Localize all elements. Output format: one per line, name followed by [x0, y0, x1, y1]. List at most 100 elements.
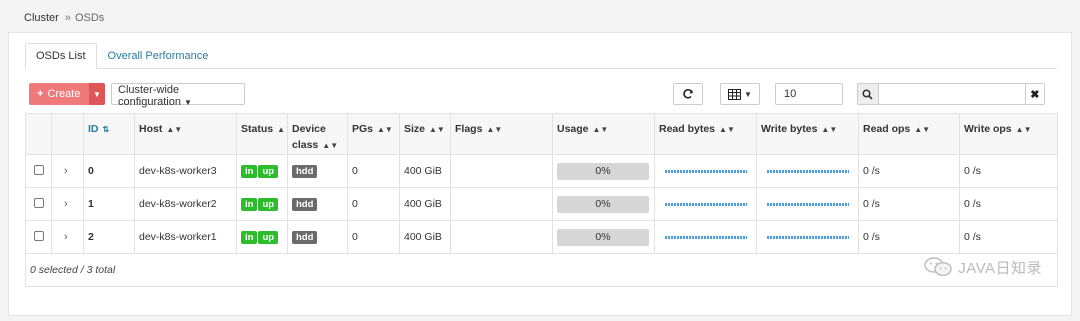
sort-icon: ▲▼ — [592, 125, 609, 134]
expand-row-icon[interactable]: › — [64, 198, 68, 210]
column-header-device-class[interactable]: Device class ▲▼ — [287, 113, 348, 155]
write-bytes-sparkline — [767, 235, 849, 239]
osd-flags — [450, 154, 553, 188]
sort-icon: ▲▼ — [821, 125, 838, 134]
osd-pgs: 0 — [347, 154, 400, 188]
table-row[interactable]: › 1 dev-k8s-worker2 in up hdd 0 400 GiB 0… — [25, 187, 1058, 221]
table-toolbar: + Create ▼ Cluster-wide configuration ▼ ▼ — [25, 79, 1057, 109]
column-header-flags[interactable]: Flags ▲▼ — [450, 113, 553, 155]
expand-row-icon[interactable]: › — [64, 231, 68, 243]
column-header-read-ops[interactable]: Read ops ▲▼ — [858, 113, 960, 155]
status-up-badge: up — [258, 197, 279, 211]
status-up-badge: up — [258, 164, 279, 178]
read-bytes-sparkline — [665, 202, 747, 206]
close-icon: ✖ — [1030, 88, 1040, 101]
sort-icon: ▲▼ — [1015, 125, 1032, 134]
search-box: ✖ — [857, 83, 1045, 105]
column-write-ops-label: Write ops — [964, 123, 1012, 135]
status-in-badge: in — [241, 197, 258, 211]
cluster-config-button[interactable]: Cluster-wide configuration ▼ — [111, 83, 245, 108]
column-header-usage[interactable]: Usage ▲▼ — [552, 113, 655, 155]
selection-summary: 0 selected / 3 total — [25, 253, 1058, 287]
osd-size: 400 GiB — [399, 154, 451, 188]
clear-search-button[interactable]: ✖ — [1024, 84, 1044, 104]
expand-row-icon[interactable]: › — [64, 165, 68, 177]
breadcrumb: Cluster » OSDs — [24, 12, 104, 24]
usage-value: 0% — [595, 165, 611, 177]
osd-id: 1 — [83, 187, 135, 221]
caret-down-icon: ▼ — [184, 98, 192, 107]
row-checkbox[interactable] — [34, 197, 44, 208]
osds-table: ID⇅ Host▲▼ Status▲▼ Device class▲▼ PGs▲▼… — [25, 113, 1058, 287]
watermark-text: JAVA日知录 — [958, 259, 1042, 277]
create-dropdown-toggle[interactable]: ▼ — [89, 83, 105, 105]
osd-size: 400 GiB — [399, 220, 451, 254]
plus-icon: + — [37, 88, 44, 100]
status-in-badge: in — [241, 164, 258, 178]
read-bytes-sparkline — [665, 235, 747, 239]
watermark: JAVA日知录 — [924, 256, 1042, 278]
table-row[interactable]: › 2 dev-k8s-worker1 in up hdd 0 400 GiB 0… — [25, 220, 1058, 254]
select-all-header — [25, 113, 52, 155]
column-device-class-label: Device class — [292, 123, 326, 151]
column-status-label: Status — [241, 123, 274, 135]
osd-read-ops: 0 /s — [858, 187, 960, 221]
column-read-bytes-label: Read bytes — [659, 123, 716, 135]
page-size-input[interactable] — [775, 83, 843, 105]
breadcrumb-current: OSDs — [74, 12, 105, 24]
breadcrumb-cluster[interactable]: Cluster — [24, 12, 59, 24]
sort-icon: ▲▼ — [719, 125, 735, 134]
column-header-write-ops[interactable]: Write ops ▲▼ — [959, 113, 1058, 155]
usage-value: 0% — [595, 231, 611, 243]
column-header-status[interactable]: Status▲▼ — [236, 113, 288, 155]
column-header-host[interactable]: Host ▲▼ — [134, 113, 237, 155]
column-header-id[interactable]: ID ⇅ — [83, 113, 135, 155]
search-addon — [858, 84, 879, 104]
search-icon — [862, 88, 873, 100]
device-class-badge: hdd — [292, 164, 318, 178]
columns-button[interactable]: ▼ — [720, 83, 760, 105]
tab-bar: OSDs List Overall Performance — [25, 43, 1057, 69]
column-write-bytes-label: Write bytes — [761, 123, 818, 135]
wechat-icon — [924, 257, 952, 277]
expand-header — [51, 113, 84, 155]
search-input[interactable] — [878, 84, 1025, 104]
breadcrumb-separator: » — [64, 12, 71, 24]
status-up-badge: up — [258, 230, 279, 244]
row-checkbox[interactable] — [34, 164, 44, 175]
osd-size: 400 GiB — [399, 187, 451, 221]
write-bytes-sparkline — [767, 202, 849, 206]
column-header-write-bytes[interactable]: Write bytes ▲▼ — [756, 113, 859, 155]
table-columns-icon — [728, 88, 742, 100]
usage-bar: 0% — [557, 228, 649, 246]
create-button-label: Create — [47, 88, 81, 100]
osd-read-ops: 0 /s — [858, 154, 960, 188]
osd-host: dev-k8s-worker2 — [134, 187, 237, 221]
column-pgs-label: PGs — [352, 123, 374, 135]
sort-icon: ▲▼ — [486, 125, 503, 134]
create-button[interactable]: + Create — [29, 83, 89, 105]
row-checkbox[interactable] — [34, 230, 44, 241]
osd-flags — [450, 187, 553, 221]
tab-osds-list[interactable]: OSDs List — [25, 43, 97, 69]
refresh-button[interactable] — [673, 83, 703, 105]
osd-host: dev-k8s-worker1 — [134, 220, 237, 254]
sort-icon: ▲▼ — [377, 125, 393, 134]
sort-ascending-icon: ⇅ — [102, 125, 110, 134]
osd-write-ops: 0 /s — [959, 154, 1058, 188]
column-size-label: Size — [404, 123, 426, 135]
sort-icon: ▲▼ — [322, 141, 339, 150]
sort-icon: ▲▼ — [429, 125, 445, 134]
table-row[interactable]: › 0 dev-k8s-worker3 in up hdd 0 400 GiB 0… — [25, 154, 1058, 188]
status-in-badge: in — [241, 230, 258, 244]
osd-write-ops: 0 /s — [959, 187, 1058, 221]
usage-bar: 0% — [557, 195, 649, 213]
read-bytes-sparkline — [665, 169, 747, 173]
osds-panel: OSDs List Overall Performance + Create ▼ … — [8, 32, 1072, 316]
tab-overall-performance[interactable]: Overall Performance — [97, 43, 220, 69]
caret-down-icon: ▼ — [744, 89, 752, 99]
column-id-label: ID — [88, 123, 99, 135]
column-header-pgs[interactable]: PGs ▲▼ — [347, 113, 400, 155]
column-header-read-bytes[interactable]: Read bytes ▲▼ — [654, 113, 757, 155]
column-header-size[interactable]: Size ▲▼ — [399, 113, 451, 155]
